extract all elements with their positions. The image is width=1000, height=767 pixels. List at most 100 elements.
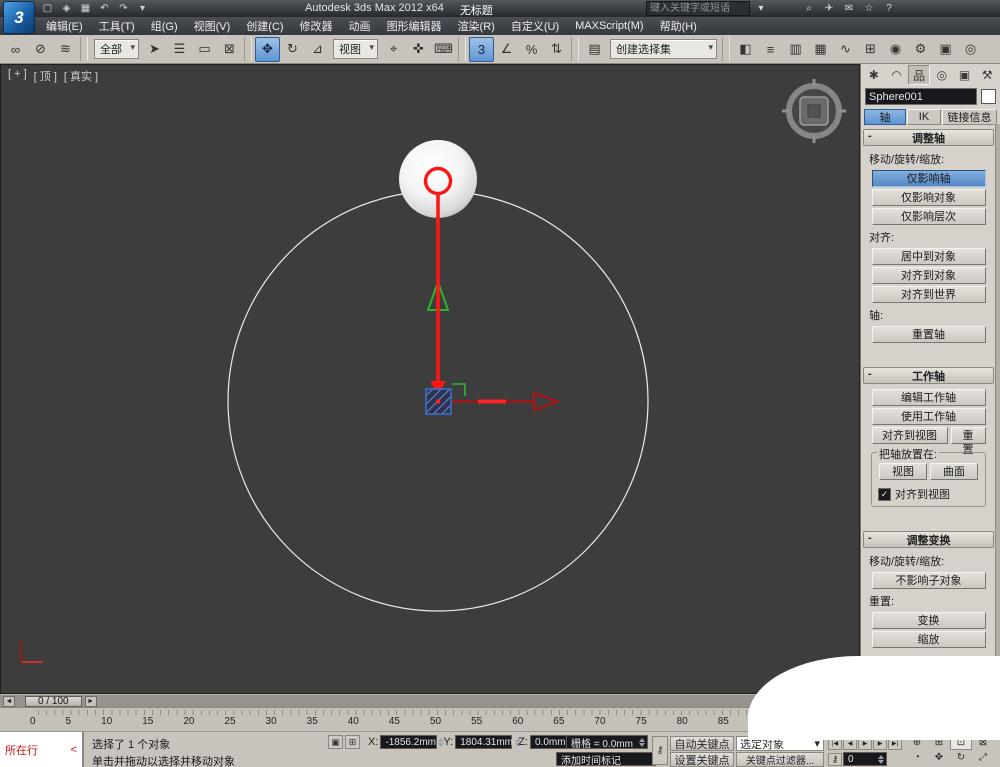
- hierarchy-tab-icon[interactable]: 品: [908, 65, 930, 85]
- open-file-icon[interactable]: ◈: [59, 1, 74, 16]
- menu-views[interactable]: 视图(V): [186, 17, 239, 35]
- object-name-field[interactable]: Sphere001: [865, 88, 977, 105]
- ribbon-icon[interactable]: ▦: [808, 37, 833, 62]
- center-to-object-button[interactable]: 居中到对象: [872, 248, 986, 265]
- set-keys-button[interactable]: ⚷: [652, 736, 668, 765]
- orbit-icon[interactable]: ↻: [950, 750, 972, 765]
- material-editor-icon[interactable]: ◉: [883, 37, 908, 62]
- tab-ik[interactable]: IK: [907, 109, 941, 125]
- menu-animation[interactable]: 动画: [341, 17, 379, 35]
- listener-expand-arrow[interactable]: <: [71, 744, 77, 756]
- menu-maxscript[interactable]: MAXScript(M): [567, 19, 651, 33]
- rollout-adjust-transform-header[interactable]: - 调整变换: [863, 531, 994, 548]
- time-tag-field[interactable]: 添加时间标记: [556, 752, 656, 766]
- edit-named-selections-icon[interactable]: ▤: [582, 37, 607, 62]
- reference-coordinate-dropdown[interactable]: 视图: [333, 39, 378, 59]
- utilities-tab-icon[interactable]: ⚒: [976, 65, 998, 85]
- reset-pivot-button[interactable]: 重置轴: [872, 326, 986, 343]
- affect-pivot-only-button[interactable]: 仅影响轴: [872, 170, 986, 187]
- auto-key-button[interactable]: 自动关键点: [670, 736, 734, 751]
- schematic-view-icon[interactable]: ⊞: [858, 37, 883, 62]
- maxscript-mini-listener[interactable]: 所在行 <: [0, 732, 84, 767]
- menu-graph-editors[interactable]: 图形编辑器: [379, 17, 450, 35]
- menu-customize[interactable]: 自定义(U): [503, 17, 567, 35]
- modify-tab-icon[interactable]: ◠: [886, 65, 908, 85]
- mirror-icon[interactable]: ◧: [733, 37, 758, 62]
- spinner[interactable]: [878, 755, 884, 764]
- render-production-icon[interactable]: ◎: [958, 37, 983, 62]
- field-of-view-icon[interactable]: ◔: [906, 750, 928, 765]
- rendered-frame-icon[interactable]: ▣: [933, 37, 958, 62]
- object-color-swatch[interactable]: [981, 89, 996, 104]
- pan-icon[interactable]: ✥: [928, 750, 950, 765]
- rollout-working-pivot-header[interactable]: - 工作轴: [863, 367, 994, 384]
- exchange-apps-icon[interactable]: ✈: [822, 3, 836, 14]
- set-key-button[interactable]: 设置关键点: [670, 752, 734, 767]
- align-to-view-button[interactable]: 对齐到视图: [872, 427, 948, 444]
- app-logo-button[interactable]: 3: [3, 1, 35, 34]
- menu-create[interactable]: 创建(C): [238, 17, 291, 35]
- previous-frame-arrow[interactable]: ◄: [3, 696, 15, 707]
- select-by-name-icon[interactable]: ☰: [167, 37, 192, 62]
- select-object-icon[interactable]: ➤: [142, 37, 167, 62]
- select-and-scale-icon[interactable]: ⊿: [305, 37, 330, 62]
- maximize-viewport-icon[interactable]: ⤢: [972, 750, 994, 765]
- menu-edit[interactable]: 编辑(E): [38, 17, 91, 35]
- percent-snap-icon[interactable]: %: [519, 37, 544, 62]
- select-and-move-icon[interactable]: ✥: [255, 37, 280, 62]
- track-bar[interactable]: 0510152025303540455055606570758085909510…: [0, 707, 860, 731]
- place-in-view-button[interactable]: 视图: [879, 463, 927, 480]
- edit-working-pivot-button[interactable]: 编辑工作轴: [872, 389, 986, 406]
- select-and-rotate-icon[interactable]: ↻: [280, 37, 305, 62]
- render-setup-icon[interactable]: ⚙: [908, 37, 933, 62]
- infocenter-search-input[interactable]: [646, 1, 750, 16]
- viewport-pov-menu[interactable]: [ 顶 ]: [34, 68, 57, 84]
- key-filters-button[interactable]: 关键点过滤器...: [736, 752, 824, 767]
- viewport-top[interactable]: [ + ] [ 顶 ] [ 真实 ]: [0, 64, 860, 694]
- spinner[interactable]: [639, 738, 645, 747]
- rollout-adjust-pivot-header[interactable]: - 调整轴: [863, 129, 994, 146]
- menu-tools[interactable]: 工具(T): [91, 17, 143, 35]
- display-tab-icon[interactable]: ▣: [954, 65, 976, 85]
- snaps-toggle-icon[interactable]: 3: [469, 37, 494, 62]
- new-scene-icon[interactable]: ▢: [40, 1, 55, 16]
- y-coordinate-field[interactable]: 1804.31mm: [455, 735, 512, 749]
- dont-affect-children-button[interactable]: 不影响子对象: [872, 572, 986, 589]
- menu-modifiers[interactable]: 修改器: [292, 17, 341, 35]
- use-pivot-point-icon[interactable]: ⌖: [381, 37, 406, 62]
- x-coordinate-field[interactable]: -1856.2mm: [380, 735, 437, 749]
- search-icon[interactable]: ⌕: [802, 3, 816, 14]
- workspace-dropdown-icon[interactable]: ▾: [135, 1, 150, 16]
- key-mode-toggle-icon[interactable]: ⚷: [828, 753, 842, 766]
- place-on-surface-button[interactable]: 曲面: [930, 463, 978, 480]
- absolute-offset-toggle[interactable]: ⊞: [345, 735, 360, 749]
- viewport-general-menu[interactable]: [ + ]: [8, 68, 27, 84]
- affect-hierarchy-only-button[interactable]: 仅影响层次: [872, 208, 986, 225]
- keyboard-override-icon[interactable]: ⌨: [431, 37, 456, 62]
- selection-filter-dropdown[interactable]: 全部: [94, 39, 139, 59]
- selection-lock-toggle[interactable]: ▣: [328, 735, 343, 749]
- selection-region-icon[interactable]: ▭: [192, 37, 217, 62]
- tab-pivot[interactable]: 轴: [864, 109, 906, 125]
- named-selection-dropdown[interactable]: 创建选择集: [610, 39, 717, 59]
- time-slider-handle[interactable]: 0 / 100: [25, 696, 82, 707]
- reset-scale-button[interactable]: 缩放: [872, 631, 986, 648]
- select-and-manipulate-icon[interactable]: ✜: [406, 37, 431, 62]
- viewport-shading-menu[interactable]: [ 真实 ]: [64, 68, 98, 84]
- tab-link-info[interactable]: 链接信息: [942, 109, 997, 125]
- curve-editor-icon[interactable]: ∿: [833, 37, 858, 62]
- layer-manager-icon[interactable]: ▥: [783, 37, 808, 62]
- redo-icon[interactable]: ↷: [116, 1, 131, 16]
- menu-group[interactable]: 组(G): [143, 17, 186, 35]
- viewcube[interactable]: [782, 79, 846, 143]
- angle-snap-icon[interactable]: ∠: [494, 37, 519, 62]
- create-tab-icon[interactable]: ✱: [863, 65, 885, 85]
- communication-center-icon[interactable]: ✉: [842, 3, 856, 14]
- reset-transform-button[interactable]: 变换: [872, 612, 986, 629]
- bind-to-space-warp-icon[interactable]: ≋: [53, 37, 78, 62]
- spinner-snap-icon[interactable]: ⇅: [544, 37, 569, 62]
- motion-tab-icon[interactable]: ◎: [931, 65, 953, 85]
- window-crossing-icon[interactable]: ⊠: [217, 37, 242, 62]
- align-to-object-button[interactable]: 对齐到对象: [872, 267, 986, 284]
- affect-object-only-button[interactable]: 仅影响对象: [872, 189, 986, 206]
